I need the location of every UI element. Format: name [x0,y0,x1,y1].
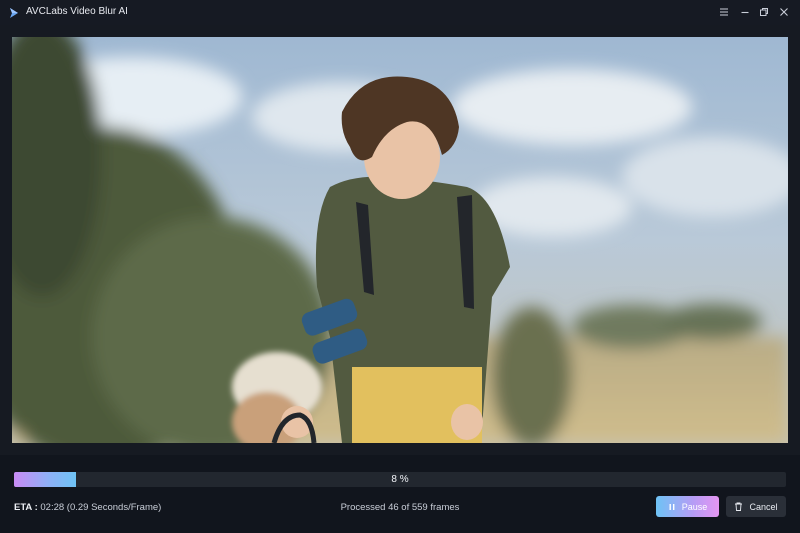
progress-label: 8 % [391,474,409,485]
app-logo-icon [8,6,20,18]
title-bar: AVCLabs Video Blur AI [0,0,800,25]
pause-button[interactable]: Pause [656,496,719,517]
cancel-button[interactable]: Cancel [726,496,786,517]
eta-value: 02:28 (0.29 Seconds/Frame) [40,502,162,513]
pause-icon [668,503,676,511]
pause-label: Pause [681,501,708,512]
cancel-label: Cancel [749,501,778,512]
progress-panel: 8 % ETA : 02:28 (0.29 Seconds/Frame) Pro… [0,455,800,533]
eta-label: ETA : [14,502,38,513]
menu-icon[interactable] [716,4,732,20]
app-title: AVCLabs Video Blur AI [26,6,128,17]
restore-icon[interactable] [756,4,772,20]
eta-text: ETA : 02:28 (0.29 Seconds/Frame) [14,502,161,513]
trash-icon [734,502,743,511]
progress-bar: 8 % [14,472,786,487]
video-preview [12,37,788,443]
close-icon[interactable] [776,4,792,20]
minimize-icon[interactable] [737,4,753,20]
preview-area [0,25,800,455]
processed-frames-text: Processed 46 of 559 frames [340,502,460,513]
